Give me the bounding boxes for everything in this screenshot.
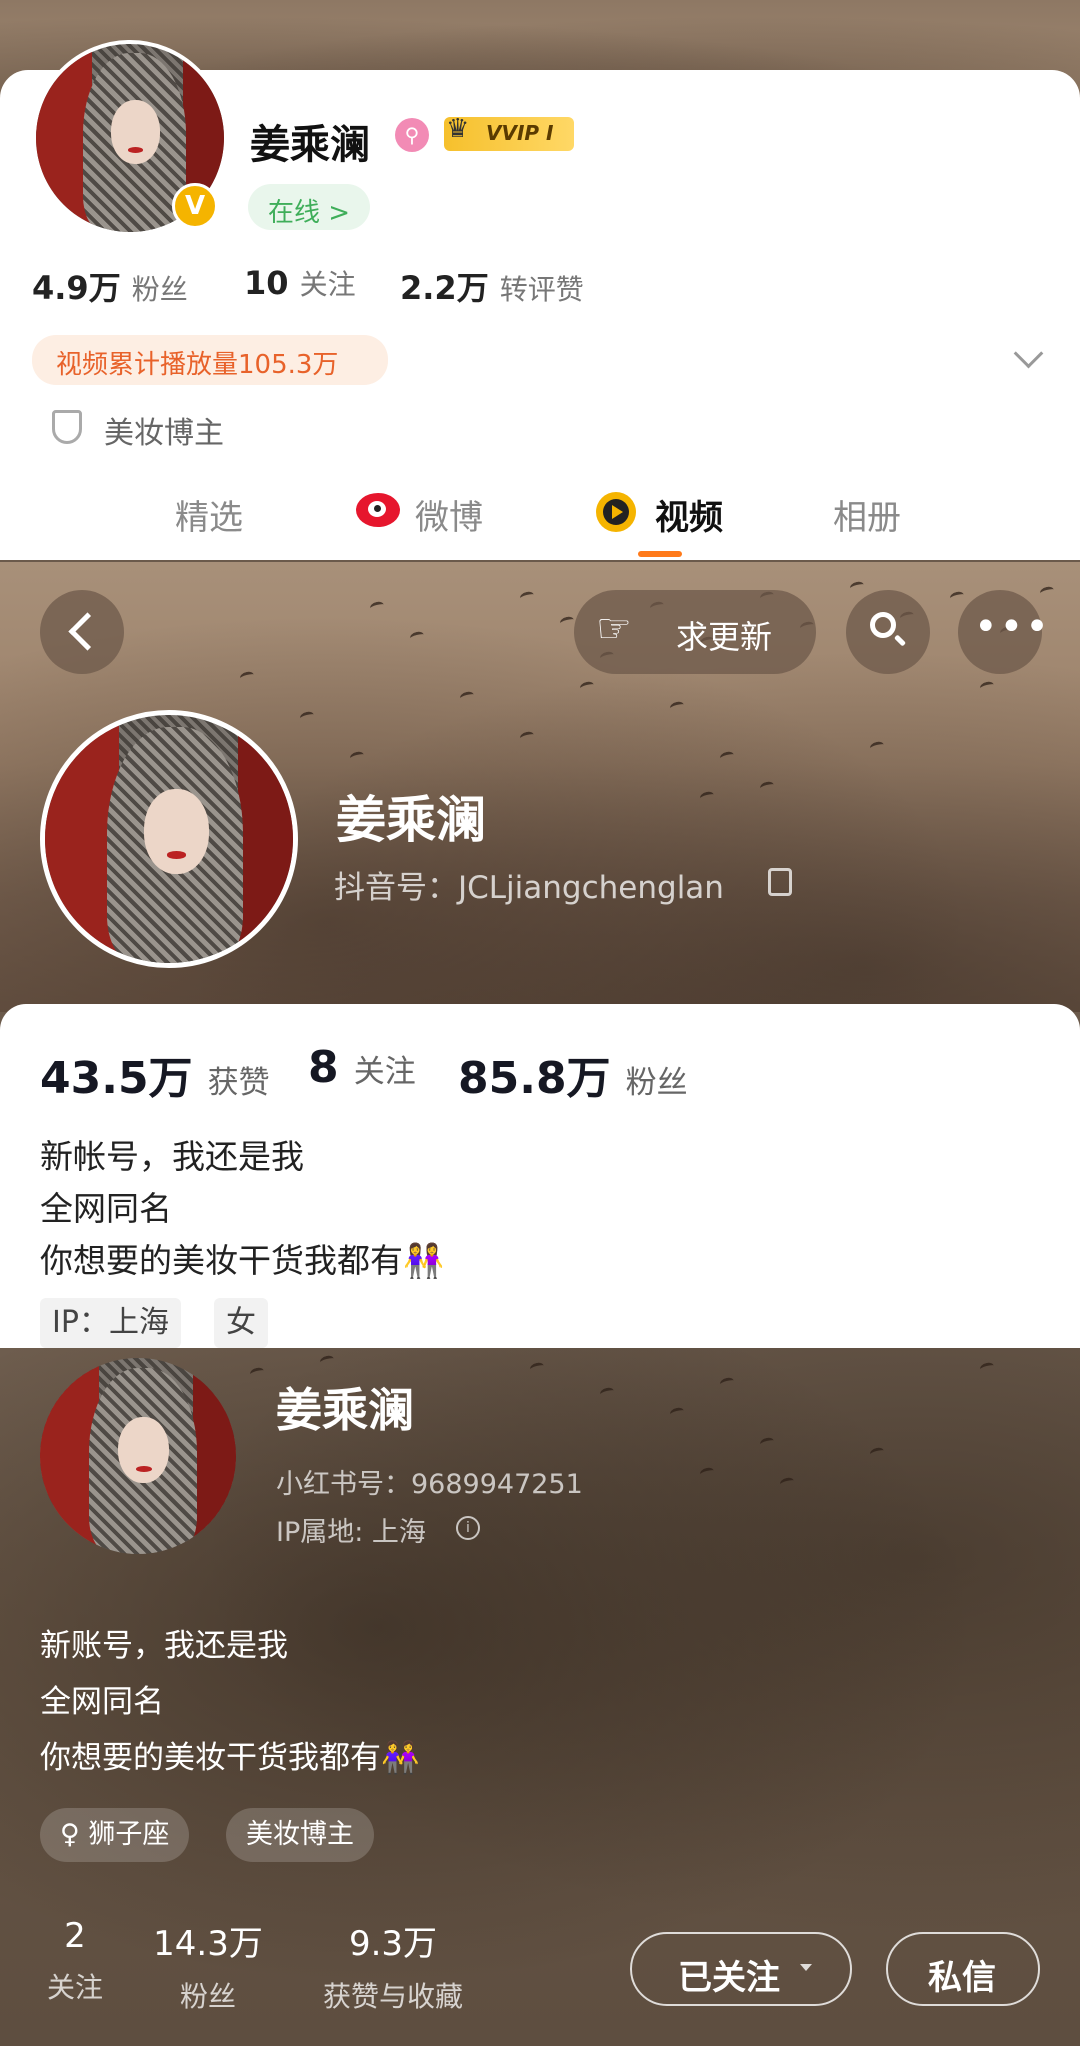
video-play-count-badge[interactable]: 视频累计播放量105.3万 <box>32 335 388 385</box>
shield-icon <box>52 410 82 444</box>
douyin-stat-fans[interactable]: 85.8万 粉丝 <box>458 1042 688 1106</box>
search-button[interactable] <box>846 590 930 674</box>
tab-weibo[interactable]: 微博 <box>415 490 483 539</box>
request-update-button[interactable]: ☞ 求更新 <box>574 590 816 674</box>
douyin-id[interactable]: 抖音号：JCLjiangchenglan <box>334 862 724 907</box>
xiaohongshu-name: 姜乘澜 <box>276 1383 414 1437</box>
xiaohongshu-stat-likes-collects[interactable]: 9.3万 获赞与收藏 <box>306 1916 480 2015</box>
douyin-bio-line-3: 你想要的美妆干货我都有👭 <box>40 1241 445 1280</box>
douyin-bio-line-2: 全网同名 <box>40 1189 172 1228</box>
dropdown-caret-icon <box>800 1964 812 1971</box>
pointing-hand-icon: ☞ <box>596 606 632 652</box>
xiaohongshu-stat-fans[interactable]: 14.3万 粉丝 <box>140 1916 276 2015</box>
copy-icon[interactable] <box>768 868 792 896</box>
douyin-stat-likes[interactable]: 43.5万 获赞 <box>40 1042 270 1106</box>
xiaohongshu-tag-category: 美妆博主 <box>226 1808 374 1862</box>
vvip-label: VVIP I <box>486 121 554 145</box>
douyin-tag-gender: 女 <box>214 1298 268 1348</box>
tab-featured[interactable]: 精选 <box>175 490 243 539</box>
weibo-stat-fans[interactable]: 4.9万 粉丝 <box>32 263 188 309</box>
weibo-logo-icon <box>356 493 400 527</box>
active-tab-indicator <box>638 551 682 557</box>
message-button[interactable]: 私信 <box>886 1932 1040 2006</box>
chevron-left-icon <box>68 612 107 651</box>
crown-icon: ♛ <box>446 114 470 144</box>
followed-button[interactable]: 已关注 <box>630 1932 852 2006</box>
more-button[interactable]: ••• <box>958 590 1049 674</box>
xiaohongshu-stat-following[interactable]: 2 关注 <box>40 1916 110 2006</box>
xiaohongshu-ip: IP属地: 上海 <box>276 1517 426 1548</box>
weibo-name: 姜乘澜 <box>250 122 370 168</box>
online-status[interactable]: 在线 > <box>248 184 370 230</box>
weibo-category: 美妆博主 <box>104 416 224 451</box>
tab-video[interactable]: 视频 <box>655 490 723 539</box>
xiaohongshu-bio-line-1: 新账号，我还是我 <box>40 1628 288 1664</box>
vvip-badge[interactable]: ♛ VVIP I <box>444 114 574 151</box>
search-icon <box>870 612 896 638</box>
back-button[interactable] <box>40 590 124 674</box>
douyin-stat-following[interactable]: 8 关注 <box>308 1042 416 1093</box>
verified-badge-icon: V <box>172 183 218 229</box>
xiaohongshu-id[interactable]: 小红书号：9689947251 <box>276 1462 583 1501</box>
douyin-bio-line-1: 新帐号，我还是我 <box>40 1137 304 1176</box>
tab-album[interactable]: 相册 <box>833 490 901 539</box>
weibo-stat-interactions[interactable]: 2.2万 转评赞 <box>400 263 584 309</box>
pink-search-badge-icon[interactable]: ⚲ <box>395 118 429 152</box>
video-tab-icon <box>596 492 636 532</box>
xiaohongshu-tag-zodiac: ♀ 狮子座 <box>40 1808 190 1862</box>
douyin-avatar[interactable] <box>40 710 298 968</box>
xiaohongshu-bio-line-3: 你想要的美妆干货我都有👭 <box>40 1740 420 1776</box>
douyin-name: 姜乘澜 <box>336 791 486 849</box>
xiaohongshu-avatar[interactable] <box>40 1358 236 1554</box>
xiaohongshu-bio-line-2: 全网同名 <box>40 1684 164 1720</box>
douyin-tag-ip: IP：上海 <box>40 1298 181 1348</box>
more-dots-icon: ••• <box>974 604 1051 650</box>
weibo-stat-following[interactable]: 10 关注 <box>244 263 356 303</box>
info-icon[interactable]: i <box>456 1516 480 1540</box>
